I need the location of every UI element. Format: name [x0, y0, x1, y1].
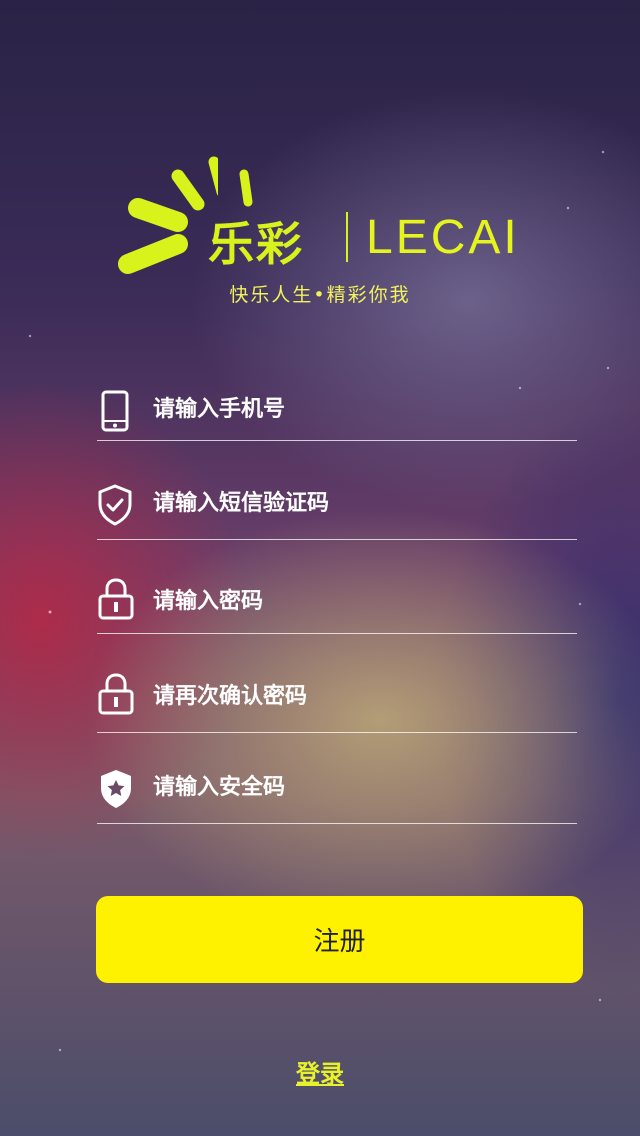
- brand-name-en: LECAI: [366, 211, 520, 264]
- confirm-password-input[interactable]: [153, 683, 553, 709]
- sms-code-input[interactable]: [153, 490, 553, 516]
- phone-input[interactable]: [153, 396, 553, 422]
- security-code-input[interactable]: [153, 774, 553, 800]
- confirm-password-field[interactable]: [97, 673, 577, 733]
- password-input[interactable]: [153, 588, 553, 614]
- login-link-container: 登录: [0, 1054, 640, 1089]
- brand-name-cn: 乐彩: [208, 217, 304, 271]
- brand-logo: 乐彩 LECAI: [118, 150, 538, 274]
- sms-code-field[interactable]: [97, 482, 577, 540]
- lock-icon: [98, 578, 134, 624]
- shield-check-icon: [97, 484, 133, 530]
- phone-icon: [101, 390, 129, 436]
- shield-star-icon: [98, 768, 134, 814]
- login-link[interactable]: 登录: [296, 1059, 344, 1088]
- phone-field[interactable]: [97, 388, 577, 441]
- brand-slogan: 快乐人生•精彩你我: [229, 284, 411, 306]
- password-field[interactable]: [97, 578, 577, 634]
- brand-divider: [346, 212, 348, 262]
- lock-icon: [98, 673, 134, 719]
- security-code-field[interactable]: [97, 766, 577, 824]
- register-button[interactable]: 注册: [96, 896, 583, 983]
- sun-rays-icon: [118, 156, 218, 274]
